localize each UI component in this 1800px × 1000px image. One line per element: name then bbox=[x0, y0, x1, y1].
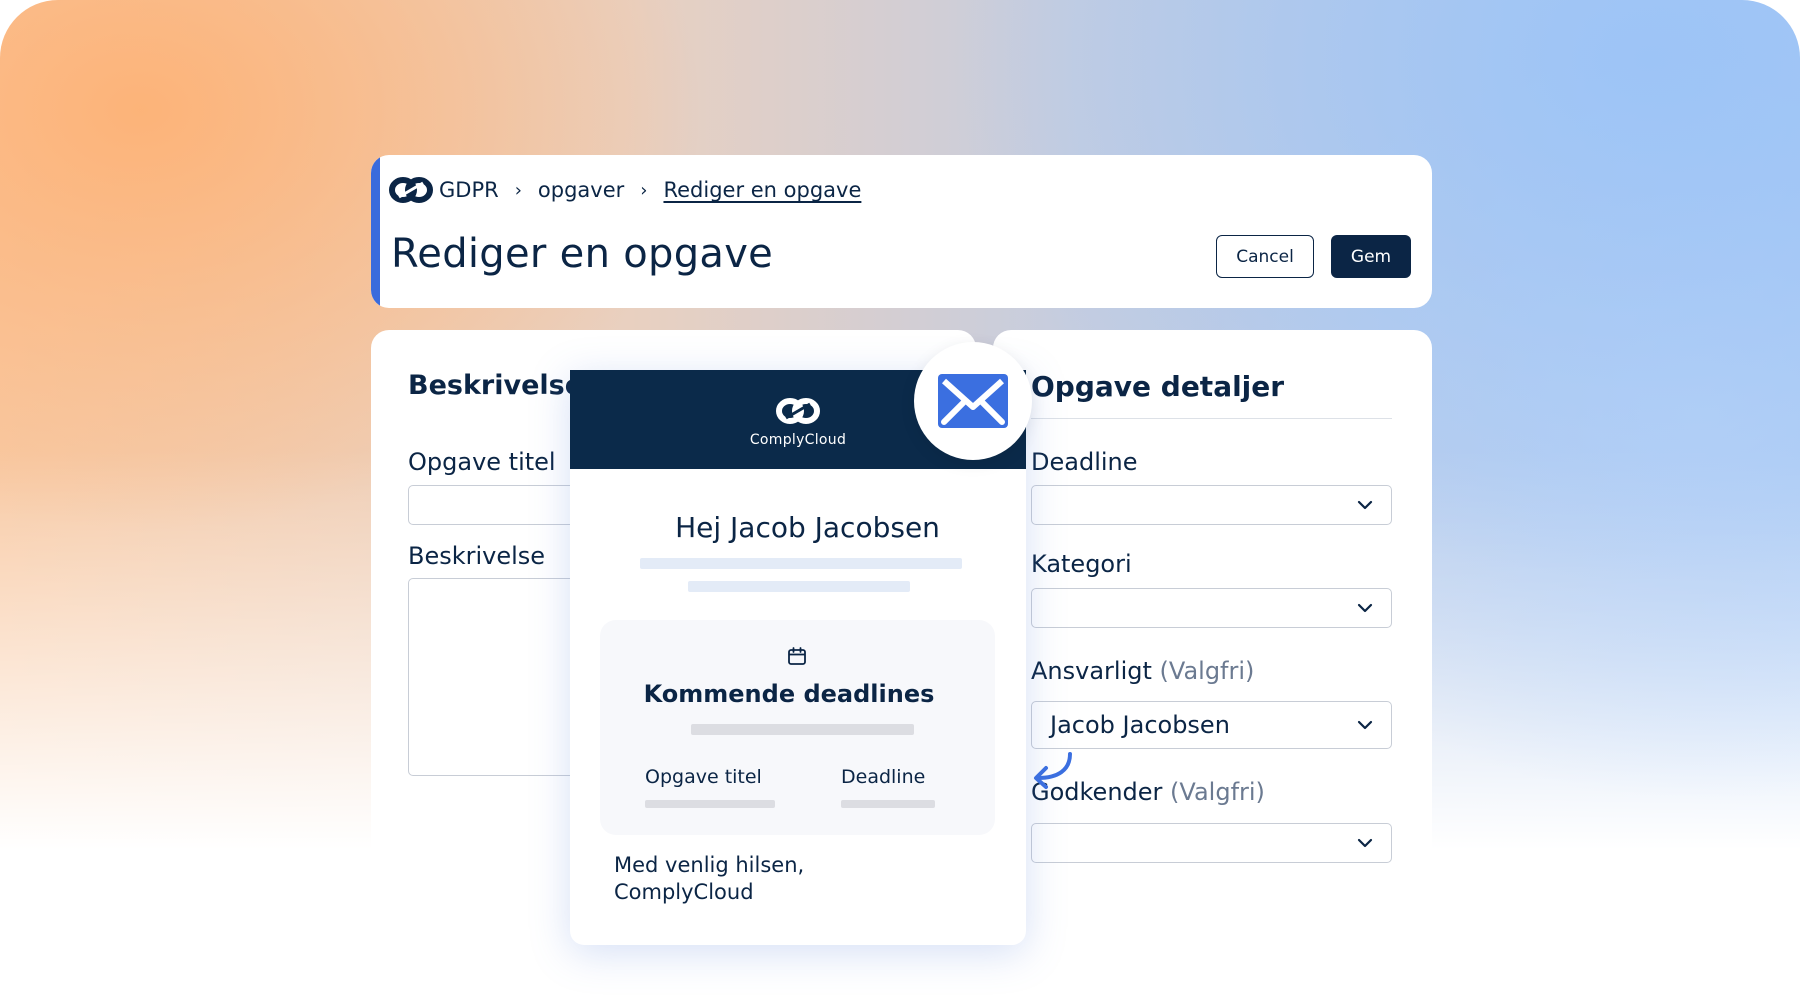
approver-optional: (Valgfri) bbox=[1170, 778, 1265, 806]
breadcrumb-opgaver[interactable]: opgaver bbox=[538, 178, 624, 202]
deadline-label: Deadline bbox=[1031, 448, 1138, 476]
cancel-button[interactable]: Cancel bbox=[1216, 235, 1314, 278]
signoff-line: Med venlig hilsen, bbox=[614, 853, 805, 877]
description-label: Beskrivelse bbox=[408, 542, 546, 570]
approver-select[interactable] bbox=[1031, 823, 1392, 863]
placeholder-line bbox=[645, 800, 775, 808]
header-accent-bar bbox=[371, 155, 380, 308]
breadcrumb-separator: › bbox=[514, 179, 522, 201]
mail-badge bbox=[914, 342, 1032, 460]
calendar-icon bbox=[788, 647, 806, 665]
curved-arrow-icon bbox=[1034, 752, 1072, 789]
breadcrumb-current[interactable]: Rediger en opgave bbox=[663, 178, 861, 202]
responsible-select[interactable]: Jacob Jacobsen bbox=[1031, 701, 1392, 749]
responsible-label-text: Ansvarligt bbox=[1031, 657, 1152, 685]
responsible-optional: (Valgfri) bbox=[1159, 657, 1255, 685]
complycloud-logo-icon bbox=[389, 177, 433, 203]
chevron-down-icon bbox=[1357, 500, 1373, 510]
upcoming-deadlines-title: Kommende deadlines bbox=[643, 680, 935, 708]
column-task-title: Opgave titel bbox=[645, 766, 762, 788]
email-preview-card: ComplyCloud Hej Jacob Jacobsen Kommende … bbox=[570, 342, 1032, 945]
column-deadline: Deadline bbox=[841, 766, 926, 788]
complycloud-logo-icon bbox=[776, 397, 820, 424]
save-button[interactable]: Gem bbox=[1331, 235, 1411, 278]
responsible-label: Ansvarligt (Valgfri) bbox=[1031, 657, 1254, 685]
placeholder-line bbox=[841, 800, 935, 808]
placeholder-line bbox=[688, 581, 910, 592]
chevron-down-icon bbox=[1357, 603, 1373, 613]
email-signoff: Med venlig hilsen, ComplyCloud bbox=[614, 852, 804, 906]
chevron-down-icon bbox=[1357, 720, 1373, 730]
upcoming-deadlines-box: Kommende deadlines Opgave titel Deadline bbox=[600, 620, 995, 835]
responsible-value: Jacob Jacobsen bbox=[1050, 711, 1230, 739]
breadcrumb-separator: › bbox=[640, 179, 648, 201]
task-details-card: Opgave detaljer Deadline Kategori Ansvar… bbox=[993, 330, 1432, 915]
breadcrumb-gdpr[interactable]: GDPR bbox=[439, 178, 499, 202]
category-label: Kategori bbox=[1031, 550, 1132, 578]
chevron-down-icon bbox=[1357, 838, 1373, 848]
page-title: Rediger en opgave bbox=[391, 231, 774, 277]
task-title-label: Opgave titel bbox=[408, 448, 556, 476]
breadcrumb: GDPR › opgaver › Rediger en opgave bbox=[389, 175, 861, 205]
signoff-line: ComplyCloud bbox=[614, 880, 754, 904]
email-brand-name: ComplyCloud bbox=[749, 431, 847, 448]
placeholder-line bbox=[691, 724, 914, 735]
deadline-select[interactable] bbox=[1031, 485, 1392, 525]
page-header-card: GDPR › opgaver › Rediger en opgave Redig… bbox=[371, 155, 1432, 308]
category-select[interactable] bbox=[1031, 588, 1392, 628]
email-greeting: Hej Jacob Jacobsen bbox=[675, 511, 940, 544]
details-divider bbox=[1031, 418, 1392, 419]
mail-icon bbox=[938, 374, 1008, 428]
placeholder-line bbox=[640, 558, 962, 569]
description-section-title: Beskrivelse bbox=[408, 370, 584, 401]
details-section-title: Opgave detaljer bbox=[1031, 370, 1285, 403]
